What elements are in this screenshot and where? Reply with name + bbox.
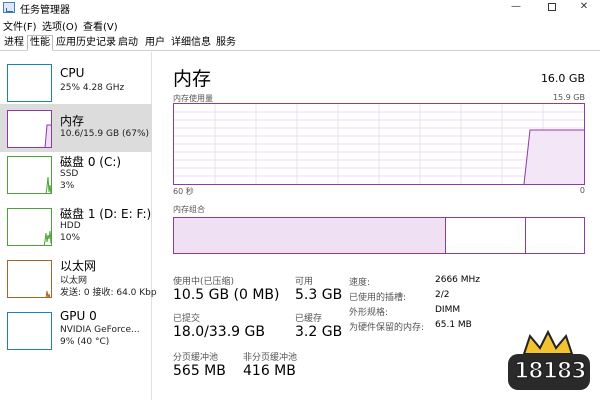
tab-performance[interactable]: 性能	[27, 35, 53, 51]
disk1-graph-icon	[7, 208, 52, 246]
tab-startup[interactable]: 启动	[116, 36, 140, 51]
watermark-text: 18183	[513, 358, 587, 385]
sidebar-item-disk0[interactable]: 磁盘 0 (C:) SSD 3%	[0, 150, 152, 198]
tab-users[interactable]: 用户	[143, 36, 167, 51]
tab-bar: 进程 性能 应用历史记录 启动 用户 详细信息 服务	[0, 34, 600, 51]
graph-axis-left: 60 秒	[173, 187, 194, 196]
task-manager-icon	[3, 2, 15, 13]
usage-graph-max: 15.9 GB	[552, 93, 585, 102]
sidebar-item-label: 内存	[60, 114, 85, 128]
slots-value: 2/2	[435, 290, 450, 300]
sidebar-item-label: 磁盘 0 (C:)	[60, 155, 122, 169]
sidebar-item-memory[interactable]: 内存 10.6/15.9 GB (67%)	[0, 104, 152, 152]
cpu-usage-text: 25% 4.28 GHz	[60, 83, 125, 93]
composition-in-use	[174, 218, 446, 253]
cpu-graph-icon	[7, 64, 52, 102]
maximize-button[interactable]	[536, 0, 568, 16]
title-bar: 任务管理器 — ✕	[0, 0, 600, 16]
graph-axis-right: 0	[579, 186, 585, 195]
committed-value: 18.0/33.9 GB	[173, 324, 265, 340]
nonpaged-pool-value: 416 MB	[243, 363, 296, 379]
page-title: 内存	[173, 68, 212, 90]
menu-options[interactable]: 选项(O)	[42, 18, 78, 33]
menu-bar: 文件(F) 选项(O) 查看(V)	[0, 16, 600, 33]
sidebar-item-label: 磁盘 1 (D: E: F:)	[60, 207, 152, 221]
memory-usage-graph	[173, 103, 585, 185]
available-label: 可用	[295, 277, 314, 287]
memory-usage-text: 10.6/15.9 GB (67%)	[60, 129, 150, 139]
disk0-usage-text: 3%	[60, 181, 75, 191]
composition-label: 内存组合	[173, 205, 205, 214]
slots-label: 已使用的插槽:	[349, 293, 407, 303]
close-button[interactable]: ✕	[568, 0, 600, 16]
gpu-usage-text: 9% (40 °C)	[60, 337, 110, 347]
speed-value: 2666 MHz	[435, 275, 481, 285]
menu-view[interactable]: 查看(V)	[83, 18, 118, 33]
disk0-graph-icon	[7, 156, 52, 194]
speed-label: 速度:	[349, 278, 371, 288]
disk1-type-text: HDD	[60, 221, 81, 231]
memory-usage-chart	[174, 104, 584, 185]
ethernet-throughput-text: 发送: 0 接收: 64.0 Kbp	[60, 288, 157, 298]
disk1-usage-text: 10%	[60, 233, 81, 243]
cached-label: 已缓存	[295, 314, 323, 324]
window-title: 任务管理器	[20, 5, 70, 16]
tab-details[interactable]: 详细信息	[169, 36, 213, 51]
maximize-icon	[548, 3, 556, 11]
ethernet-graph-icon	[7, 260, 52, 298]
nonpaged-pool-label: 非分页缓冲池	[243, 353, 298, 363]
sidebar-item-label: 以太网	[60, 259, 97, 273]
committed-label: 已提交	[173, 314, 201, 324]
tab-services[interactable]: 服务	[214, 36, 238, 51]
tab-processes[interactable]: 进程	[2, 36, 26, 51]
form-factor-label: 外形规格:	[349, 308, 389, 318]
in-use-value: 10.5 GB (0 MB)	[173, 287, 280, 303]
paged-pool-label: 分页缓冲池	[173, 353, 219, 363]
reserved-value: 65.1 MB	[435, 320, 472, 330]
disk0-type-text: SSD	[60, 169, 79, 179]
menu-file[interactable]: 文件(F)	[3, 18, 37, 33]
sidebar-item-gpu[interactable]: GPU 0 NVIDIA GeForce... 9% (40 °C)	[0, 306, 152, 354]
composition-standby	[449, 218, 526, 253]
sidebar-item-disk1[interactable]: 磁盘 1 (D: E: F:) HDD 10%	[0, 202, 152, 250]
minimize-button[interactable]: —	[500, 0, 532, 16]
paged-pool-value: 565 MB	[173, 363, 226, 379]
tab-app-history[interactable]: 应用历史记录	[54, 36, 118, 51]
cached-value: 3.2 GB	[295, 324, 343, 340]
sidebar-item-label: GPU 0	[60, 309, 97, 323]
form-factor-value: DIMM	[435, 305, 461, 315]
available-value: 5.3 GB	[295, 287, 343, 303]
gpu-graph-icon	[7, 312, 52, 350]
watermark-logo: 18183	[500, 326, 596, 396]
sidebar-item-label: CPU	[60, 66, 85, 80]
reserved-label: 为硬件保留的内存:	[349, 323, 425, 333]
resource-sidebar: CPU 25% 4.28 GHz 内存 10.6/15.9 GB (67%) 磁…	[0, 52, 157, 400]
sidebar-item-ethernet[interactable]: 以太网 以太网 发送: 0 接收: 64.0 Kbp	[0, 254, 157, 302]
memory-composition-bar	[173, 217, 585, 254]
total-memory: 16.0 GB	[540, 72, 585, 85]
memory-graph-icon	[7, 110, 52, 148]
in-use-label: 使用中(已压缩)	[173, 277, 235, 287]
gpu-model-text: NVIDIA GeForce...	[60, 325, 140, 335]
sidebar-item-cpu[interactable]: CPU 25% 4.28 GHz	[0, 58, 152, 106]
